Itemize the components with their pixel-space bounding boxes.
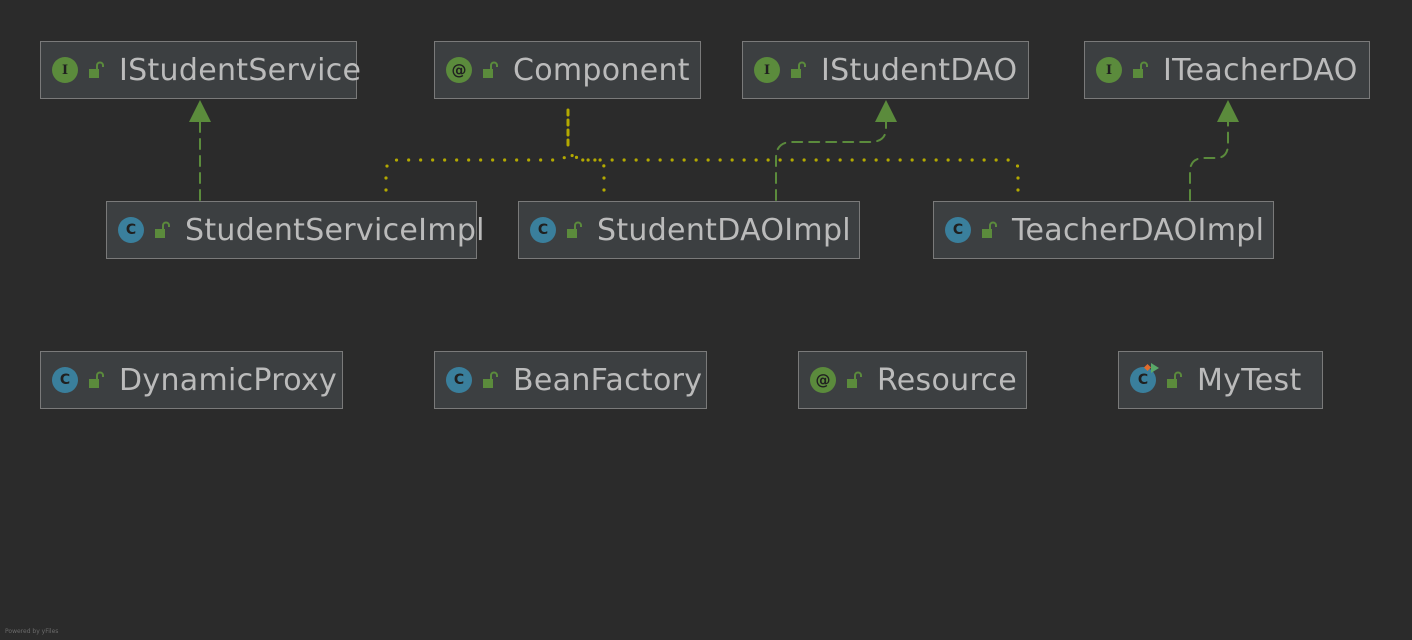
node-i-student-dao[interactable]: I IStudentDAO — [742, 41, 1029, 99]
implements-arrowhead-i-teacher-dao — [1217, 100, 1239, 122]
annotation-edge-teacher-dao-impl — [570, 146, 1020, 192]
unlocked-padlock-icon — [843, 369, 865, 391]
implements-arrowhead-i-student-dao — [875, 100, 897, 122]
node-teacher-dao-impl[interactable]: C TeacherDAOImpl — [933, 201, 1274, 259]
node-my-test[interactable]: C MyTest — [1118, 351, 1323, 409]
node-label: StudentServiceImpl — [185, 212, 485, 248]
class-icon: C — [945, 217, 971, 243]
node-student-service-impl[interactable]: C StudentServiceImpl — [106, 201, 485, 259]
implements-arrowhead-i-student-service — [189, 100, 211, 122]
node-label: IStudentDAO — [821, 52, 1018, 88]
node-label: BeanFactory — [513, 362, 703, 398]
annotation-edge-student-service-impl — [384, 146, 570, 192]
node-label: StudentDAOImpl — [597, 212, 851, 248]
unlocked-padlock-icon — [978, 219, 1000, 241]
unlocked-padlock-icon — [479, 369, 501, 391]
uml-class-diagram: I IStudentService @ Component I IStudentDAO I I… — [0, 0, 1412, 640]
unlocked-padlock-icon — [787, 59, 809, 81]
class-icon: C — [446, 367, 472, 393]
node-dynamic-proxy[interactable]: C DynamicProxy — [40, 351, 343, 409]
node-component[interactable]: @ Component — [434, 41, 701, 99]
class-icon: C — [52, 367, 78, 393]
implements-edge-teacher-dao-impl — [1189, 121, 1229, 201]
unlocked-padlock-icon — [1129, 59, 1151, 81]
unlocked-padlock-icon — [151, 219, 173, 241]
unlocked-padlock-icon — [563, 219, 585, 241]
annotation-edge-student-dao-impl — [568, 146, 606, 192]
test-class-icon: C — [1130, 363, 1159, 393]
node-label: IStudentService — [119, 52, 362, 88]
node-i-teacher-dao[interactable]: I ITeacherDAO — [1084, 41, 1370, 99]
yfiles-credit: Powered by yFiles — [5, 628, 59, 635]
class-icon: C — [530, 217, 556, 243]
node-label: MyTest — [1197, 362, 1302, 398]
node-label: Component — [513, 52, 690, 88]
node-label: TeacherDAOImpl — [1012, 212, 1265, 248]
annotation-icon: @ — [446, 57, 472, 83]
unlocked-padlock-icon — [85, 369, 107, 391]
interface-icon: I — [1096, 57, 1122, 83]
unlocked-padlock-icon — [1163, 369, 1185, 391]
unlocked-padlock-icon — [85, 59, 107, 81]
node-resource[interactable]: @ Resource — [798, 351, 1027, 409]
unlocked-padlock-icon — [479, 59, 501, 81]
node-label: ITeacherDAO — [1163, 52, 1358, 88]
run-marker-icon — [1151, 363, 1159, 373]
class-icon: C — [118, 217, 144, 243]
node-label: Resource — [877, 362, 1017, 398]
node-student-dao-impl[interactable]: C StudentDAOImpl — [518, 201, 860, 259]
interface-icon: I — [754, 57, 780, 83]
node-i-student-service[interactable]: I IStudentService — [40, 41, 361, 99]
annotation-icon: @ — [810, 367, 836, 393]
node-bean-factory[interactable]: C BeanFactory — [434, 351, 707, 409]
node-label: DynamicProxy — [119, 362, 338, 398]
interface-icon: I — [52, 57, 78, 83]
